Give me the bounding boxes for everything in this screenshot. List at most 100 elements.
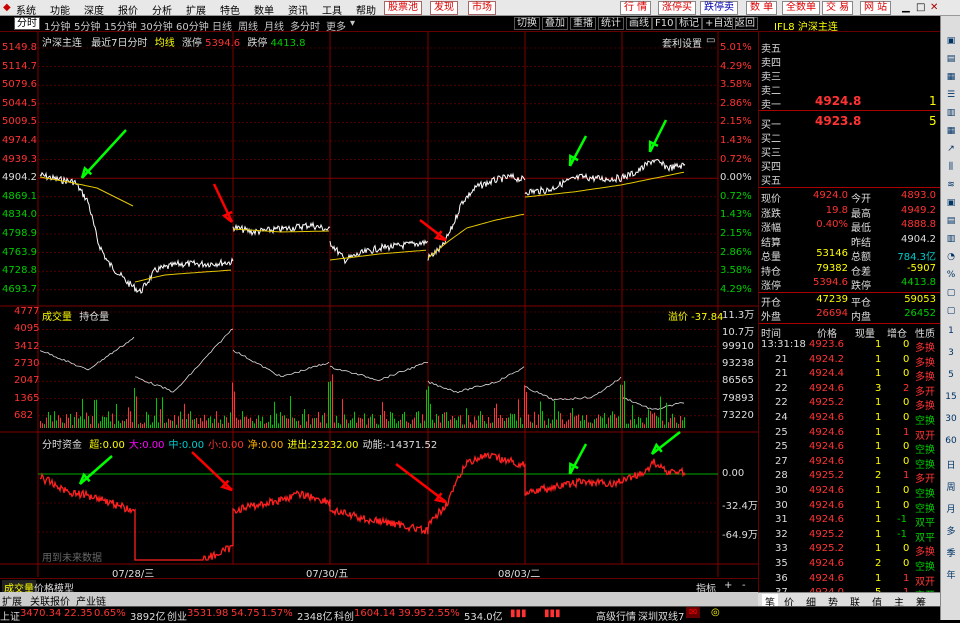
chart-area[interactable]: 沪深主连 最近7日分时 均线 涨停 5394.6 跌停 4413.8 套利设置 … [0,32,758,580]
menu-item-depth[interactable]: 深度 [84,2,104,17]
tab-day[interactable]: 日线 [212,18,232,33]
bars-icon[interactable]: ▥ [944,108,958,120]
tab-5min[interactable]: 5分钟 [74,18,100,33]
tick-oi-change: 0 [903,499,910,511]
trade-button[interactable]: 交 易 [822,1,854,15]
tab-30min[interactable]: 30分钟 [140,18,173,33]
tab-60min[interactable]: 60分钟 [176,18,209,33]
website-button[interactable]: 网 站 [860,1,892,15]
minimize-icon[interactable]: ▁ [902,2,910,13]
period-shortcut-fifteen[interactable]: 15 [944,392,958,404]
menu-item-data[interactable]: 数单 [254,2,274,17]
period-shortcut-week[interactable]: 周 [944,480,958,493]
overlay-button[interactable]: 叠加 [542,17,568,30]
period-shortcut-sixty[interactable]: 60 [944,436,958,448]
list-icon[interactable]: ☰ [944,90,958,102]
stat-value: 4949.2 [901,204,936,216]
menu-item-extend[interactable]: 扩展 [186,2,206,17]
volume-tick-label: 4777 [14,306,40,317]
box2-icon[interactable]: ▢ [944,306,958,318]
volume-bar [460,415,461,428]
grid-icon[interactable]: ▦ [944,72,958,84]
switch-button[interactable]: 切换 [514,17,540,30]
menu-item-analysis[interactable]: 分析 [152,2,172,17]
menu-item-tools[interactable]: 工具 [322,2,342,17]
doc-icon[interactable]: ▤ [944,216,958,228]
table-icon[interactable]: ▦ [944,126,958,138]
tab-multi[interactable]: 多分时 [290,18,320,33]
volume-bar [292,417,293,428]
tab-15min[interactable]: 15分钟 [104,18,137,33]
flow-icon[interactable]: ≋ [944,180,958,192]
menu-item-special[interactable]: 特色 [220,2,240,17]
menu-item-news[interactable]: 资讯 [288,2,308,17]
menu-item-help[interactable]: 帮助 [356,2,376,17]
volume-bar [92,416,93,428]
box-icon[interactable]: ▢ [944,288,958,300]
index-name: 上证 [0,612,20,623]
quote-button[interactable]: 行 情 [620,1,652,15]
volume-bar [312,418,313,428]
draw-button[interactable]: 画线 [626,17,652,30]
discover-button[interactable]: 发现 [430,1,458,15]
period-shortcut-thirty[interactable]: 30 [944,414,958,426]
arbitrage-settings-link[interactable]: 套利设置 [662,35,702,50]
volume-bar [178,416,179,428]
mark-button[interactable]: 标记 [676,17,702,30]
more-chevron-icon[interactable]: ▾ [350,18,355,29]
menu-item-function[interactable]: 功能 [50,2,70,17]
percent-icon[interactable]: % [944,270,958,282]
volume-bar [158,422,159,428]
period-shortcut-one[interactable]: 1 [944,326,958,338]
period-shortcut-multi[interactable]: 多 [944,524,958,537]
tab-1min[interactable]: 1分钟 [44,18,70,33]
menu-item-system[interactable]: 系统 [16,2,36,17]
tick-time: 30 [775,485,788,496]
limit-up-label: 涨停 [181,38,202,49]
limit-down-sell-button[interactable]: 跌停卖 [700,1,738,15]
close-icon[interactable]: ✕ [930,2,938,13]
stat-label: 最高 [851,208,871,220]
period-shortcut-season[interactable]: 季 [944,546,958,559]
tab-more[interactable]: 更多 [326,18,346,33]
tick-volume: 2 [875,558,882,569]
alert-icon[interactable]: ◎ [708,607,723,618]
limit-up-buy-button[interactable]: 涨停买 [658,1,696,15]
period-shortcut-year[interactable]: 年 [944,568,958,581]
stat-icon[interactable]: ▥ [944,234,958,246]
tab-month[interactable]: 月线 [264,18,284,33]
period-shortcut-three[interactable]: 3 [944,348,958,360]
collapse-icon[interactable]: ▭ [706,35,715,46]
volume-bar [240,419,241,428]
replay-button[interactable]: 重播 [570,17,596,30]
volume-bar [394,418,395,428]
pie-icon[interactable]: ◔ [944,252,958,264]
window-icon[interactable]: ▣ [944,36,958,48]
trend-icon[interactable]: ↗ [944,144,958,156]
tick-nature: 多换 [915,547,935,559]
tick-time: 35 [775,558,788,569]
book-icon[interactable]: ▣ [944,198,958,210]
zoom-out-button[interactable]: - [742,580,746,591]
back-button[interactable]: 返回 [732,17,758,30]
period-shortcut-five[interactable]: 5 [944,370,958,382]
chart-icon[interactable]: ▤ [944,54,958,66]
tab-timeshare[interactable]: 分时 [14,17,40,30]
f10-button[interactable]: F10 [652,17,677,30]
data-button[interactable]: 数 单 [746,1,778,15]
market-button[interactable]: 市场 [468,1,496,15]
message-icon[interactable]: ✉ [686,607,701,618]
period-shortcut-month[interactable]: 月 [944,502,958,515]
stock-pool-button[interactable]: 股票池 [384,1,422,15]
all-data-button[interactable]: 全数单 [782,1,820,15]
zoom-in-button[interactable]: + [724,580,732,591]
stats-button[interactable]: 统计 [598,17,624,30]
maximize-icon[interactable]: □ [916,2,925,13]
kline-icon[interactable]: ⫼ [944,162,958,174]
volume-bar [146,411,147,428]
volume-bar [650,411,651,428]
menu-item-quote[interactable]: 报价 [118,2,138,17]
tab-week[interactable]: 周线 [238,18,258,33]
server-label[interactable]: 深圳双线7 [638,608,684,623]
period-shortcut-day[interactable]: 日 [944,458,958,471]
